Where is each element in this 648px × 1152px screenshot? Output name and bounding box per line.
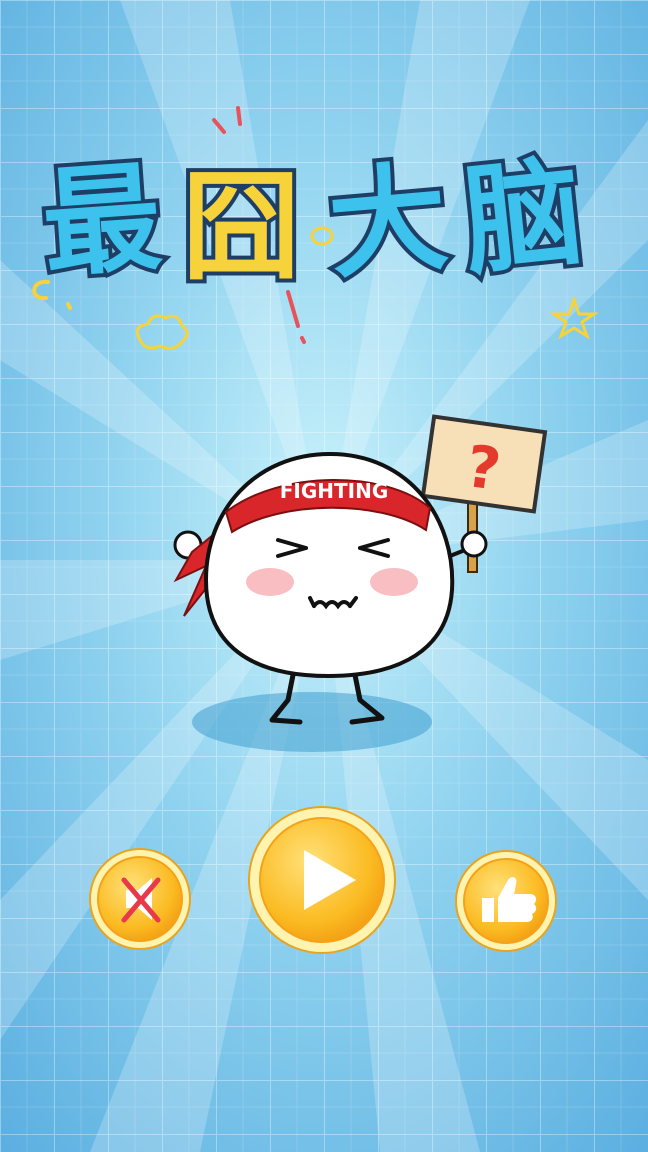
sound-toggle-button[interactable] bbox=[86, 846, 194, 952]
cloud-decoration bbox=[135, 314, 189, 350]
play-icon bbox=[248, 806, 396, 954]
like-button[interactable] bbox=[452, 848, 560, 954]
exclaim-mark bbox=[286, 290, 306, 344]
speaker-muted-icon bbox=[89, 848, 191, 950]
sparkle-mark bbox=[212, 106, 242, 134]
thumbs-up-icon bbox=[455, 850, 557, 952]
mascot-shadow bbox=[192, 692, 432, 752]
title-char-3: 大 bbox=[323, 147, 453, 295]
star-icon bbox=[549, 295, 599, 340]
title-char-1: 最 bbox=[38, 148, 165, 294]
title-char-4: 脑 bbox=[457, 142, 589, 292]
play-button[interactable] bbox=[246, 804, 398, 956]
game-title: 最 囧 大 脑 bbox=[32, 106, 599, 350]
title-char-2: 囧 bbox=[182, 158, 300, 296]
